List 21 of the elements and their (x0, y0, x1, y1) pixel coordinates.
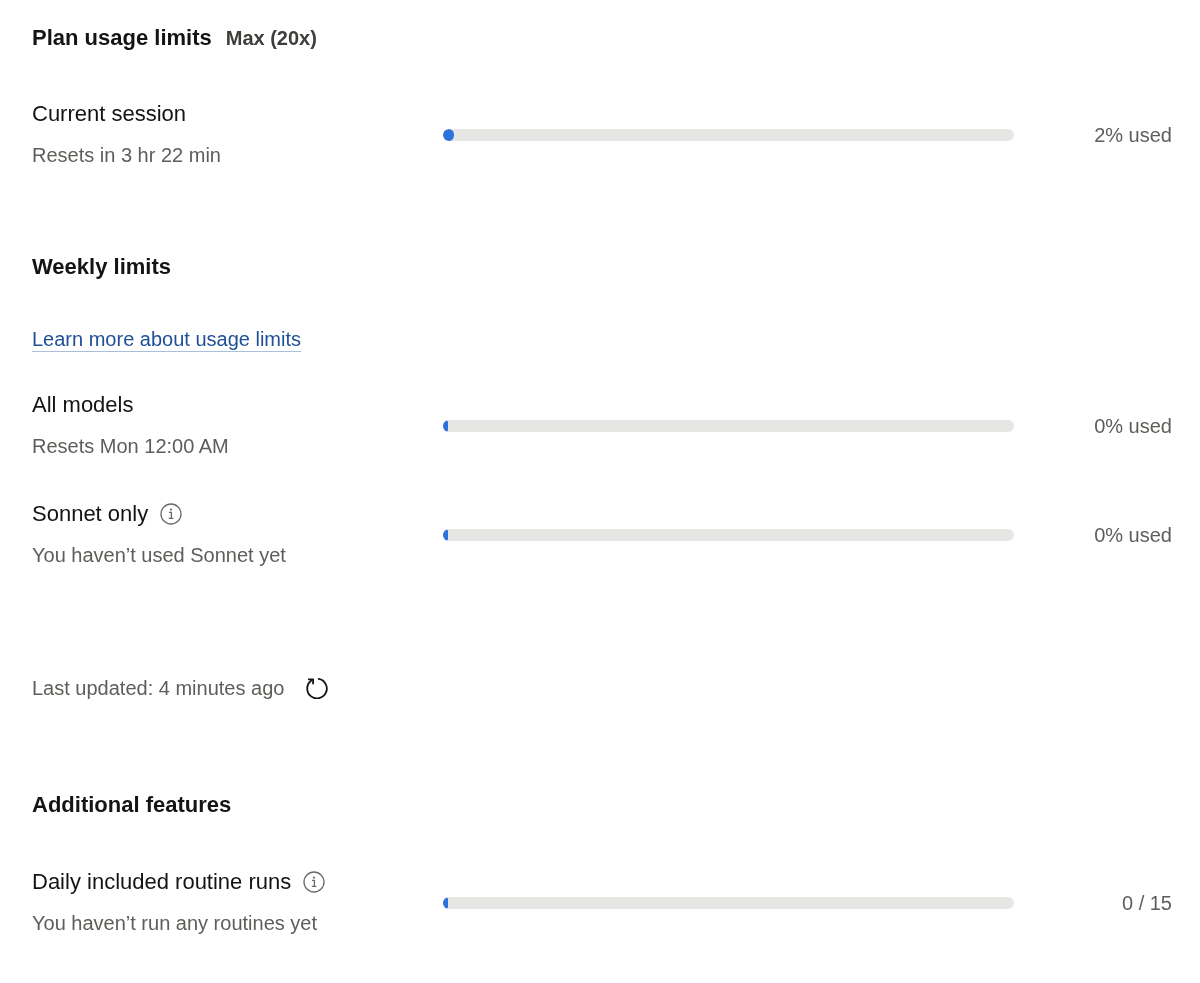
usage-reading: 0% used (1094, 413, 1172, 439)
usage-label: All models (32, 391, 134, 419)
usage-reading: 0 / 15 (1121, 890, 1172, 916)
usage-detail: You haven’t used Sonnet yet (32, 543, 287, 568)
usage-label: Daily included routine runs (32, 868, 292, 896)
info-icon[interactable] (303, 871, 326, 893)
plan-name: Max (20x) (225, 26, 317, 51)
section-heading: Additional features (32, 791, 232, 819)
usage-limits-link[interactable]: Learn more about usage limits (32, 325, 302, 353)
usage-detail: You haven’t run any routines yet (32, 911, 318, 936)
page-title: Plan usage limits (32, 24, 212, 52)
usage-reading: 0% used (1094, 522, 1172, 548)
refresh-icon[interactable] (306, 677, 329, 699)
usage-reading: 2% used (1094, 122, 1172, 148)
usage-detail: Resets in 3 hr 22 min (32, 143, 222, 168)
usage-detail: Resets Mon 12:00 AM (32, 434, 230, 459)
info-icon[interactable] (160, 503, 183, 525)
usage-label: Sonnet only (32, 500, 149, 528)
usage-label: Current session (32, 100, 187, 128)
section-heading: Weekly limits (32, 253, 171, 281)
last-updated-text: Last updated: 4 minutes ago (32, 676, 285, 701)
